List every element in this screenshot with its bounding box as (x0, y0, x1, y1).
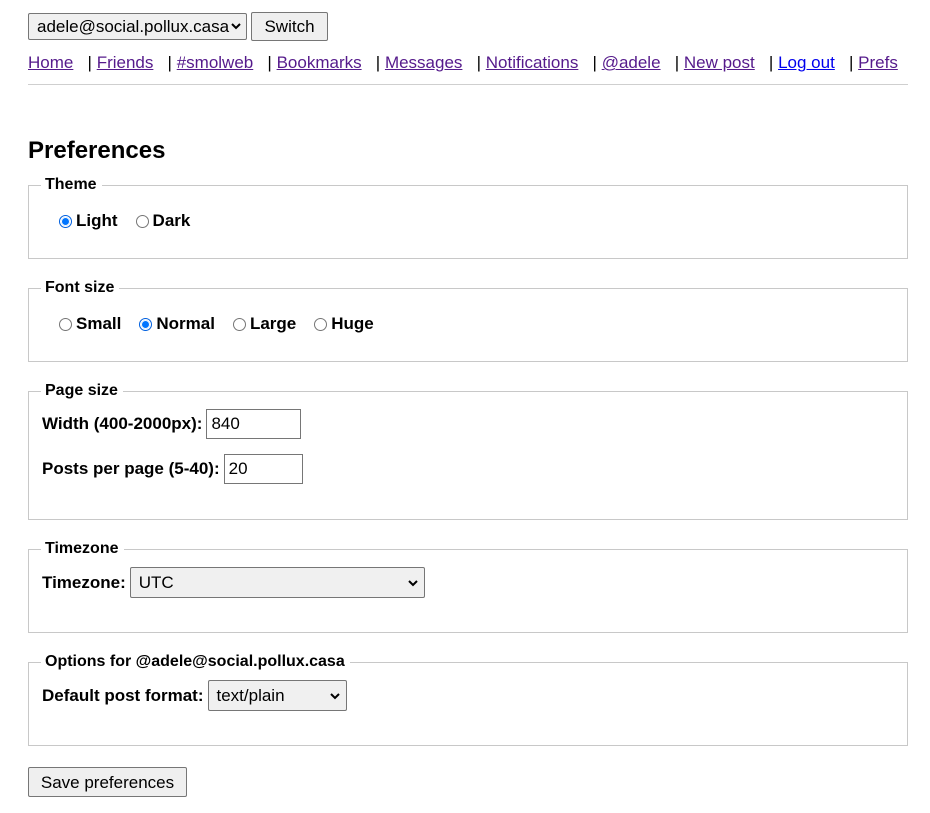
radio-unchecked-icon[interactable] (314, 317, 328, 331)
nav-link-smolweb[interactable]: #smolweb (177, 53, 254, 72)
font-size-option-small[interactable]: Small (59, 314, 121, 334)
nav-separator: | (848, 53, 854, 72)
nav-separator: | (592, 53, 597, 72)
account-options-legend: Options for @adele@social.pollux.casa (45, 653, 345, 670)
posts-per-page-label: Posts per page (5-40): (42, 459, 220, 478)
nav-link-prefs[interactable]: Prefs (858, 53, 898, 72)
radio-checked-icon[interactable] (139, 317, 153, 331)
nav-link-notifications[interactable]: Notifications (486, 53, 579, 72)
posts-per-page-input[interactable]: 20 (223, 454, 303, 484)
account-switcher: adele@social.pollux.casa Switch (28, 11, 908, 41)
account-select-value: adele@social.pollux.casa (37, 16, 230, 36)
font-size-option-normal[interactable]: Normal (139, 314, 215, 334)
timezone-fieldset: Timezone Timezone: UTC (28, 540, 908, 633)
radio-unchecked-icon[interactable] (232, 317, 246, 331)
page-size-legend: Page size (45, 382, 118, 399)
width-label: Width (400-2000px): (42, 414, 203, 433)
width-input[interactable]: 840 (206, 409, 302, 439)
nav-separator: | (87, 53, 92, 72)
nav-link-new-post[interactable]: New post (684, 53, 755, 72)
nav-link-profile[interactable]: @adele (602, 53, 661, 72)
theme-option-label: Dark (152, 211, 191, 230)
post-format-select-value: text/plain (216, 686, 285, 705)
account-options-fieldset: Options for @adele@social.pollux.casa De… (28, 653, 908, 746)
theme-option-dark[interactable]: Dark (135, 211, 191, 231)
nav-link-friends[interactable]: Friends (97, 53, 154, 72)
post-format-label: Default post format: (42, 685, 204, 705)
switch-button[interactable]: Switch (251, 11, 328, 41)
chevron-down-icon (408, 580, 418, 587)
timezone-row: Timezone: UTC (42, 567, 894, 598)
theme-fieldset: Theme Light Dark (28, 176, 908, 259)
nav-separator: | (167, 53, 172, 72)
timezone-label: Timezone: (42, 572, 126, 592)
font-size-option-large[interactable]: Large (232, 314, 297, 334)
save-preferences-button[interactable]: Save preferences (28, 767, 187, 797)
nav-link-bookmarks[interactable]: Bookmarks (277, 53, 362, 72)
main-nav: Home | Friends | #smolweb | Bookmarks | … (28, 53, 908, 75)
timezone-legend: Timezone (45, 540, 119, 557)
nav-link-home[interactable]: Home (28, 53, 73, 72)
radio-unchecked-icon[interactable] (135, 214, 149, 228)
font-size-legend: Font size (45, 279, 115, 296)
radio-unchecked-icon[interactable] (59, 317, 72, 331)
font-size-option-huge[interactable]: Huge (314, 314, 374, 334)
nav-link-messages[interactable]: Messages (385, 53, 462, 72)
page-size-fieldset: Page size Width (400-2000px): 840 Posts … (28, 382, 908, 520)
posts-per-page-row: Posts per page (5-40): 20 (42, 454, 894, 484)
nav-separator: | (476, 53, 482, 72)
nav-separator: | (375, 53, 381, 72)
width-row: Width (400-2000px): 840 (42, 409, 894, 439)
post-format-select[interactable]: text/plain (207, 680, 347, 711)
nav-separator: | (267, 53, 272, 72)
account-select[interactable]: adele@social.pollux.casa (28, 12, 247, 40)
theme-legend: Theme (45, 176, 97, 193)
post-format-row: Default post format: text/plain (42, 680, 894, 711)
nav-link-log-out[interactable]: Log out (778, 53, 835, 72)
nav-divider (28, 84, 908, 85)
timezone-select-value: UTC (138, 573, 174, 592)
font-size-fieldset: Font size Small Normal Large Huge (28, 279, 908, 362)
chevron-down-icon (329, 693, 340, 700)
nav-separator: | (768, 53, 774, 72)
page: adele@social.pollux.casa Switch Home | F… (28, 11, 908, 797)
radio-checked-icon[interactable] (59, 214, 72, 228)
timezone-select[interactable]: UTC (129, 567, 425, 598)
font-size-option-label: Small (76, 314, 122, 333)
page-title: Preferences (28, 137, 166, 164)
font-size-option-label: Normal (156, 314, 215, 333)
font-size-option-label: Huge (331, 314, 374, 333)
chevron-down-icon (231, 22, 241, 29)
nav-separator: | (674, 53, 680, 72)
theme-option-light[interactable]: Light (59, 211, 118, 231)
theme-option-label: Light (76, 211, 118, 230)
font-size-option-label: Large (249, 314, 297, 333)
